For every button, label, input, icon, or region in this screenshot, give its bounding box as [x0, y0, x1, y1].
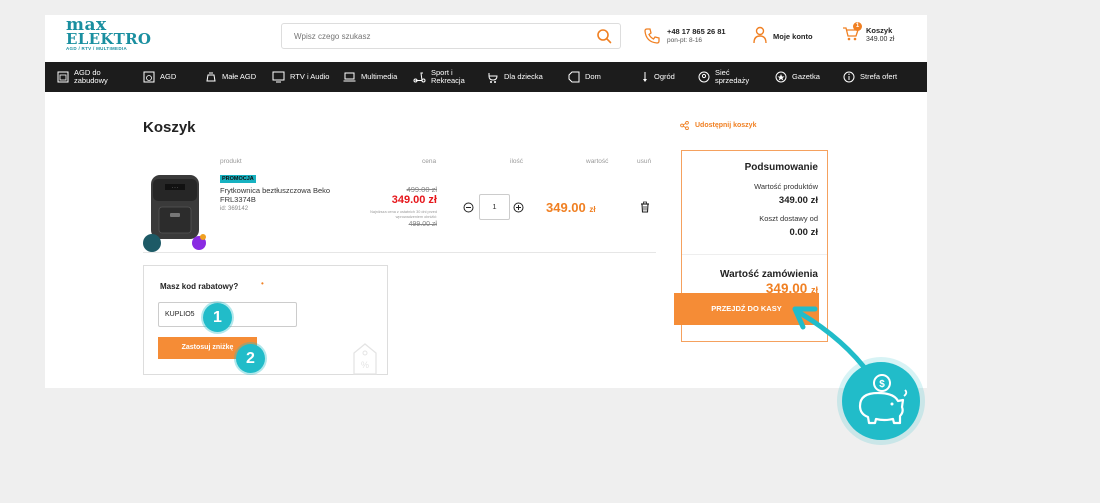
svg-text:$: $: [879, 379, 885, 390]
discount-dot: •: [261, 279, 264, 288]
nav-label: AGD: [160, 72, 177, 81]
promo-badge: PROMOCJA: [220, 175, 256, 183]
summary-title: Podsumowanie: [744, 162, 818, 173]
page-title: Koszyk: [143, 119, 196, 136]
svg-text:· · ·: · · ·: [172, 185, 179, 190]
phone-icon: [644, 28, 660, 44]
svg-text:%: %: [361, 360, 369, 370]
products-value: 349.00 zł: [778, 195, 818, 206]
col-header-value: wartość: [586, 158, 609, 165]
old-price: 499.00 zł: [406, 185, 437, 194]
products-value-label: Wartość produktów: [754, 182, 818, 191]
cart-count-badge: 1: [853, 22, 862, 31]
row-divider: [143, 252, 656, 253]
nav-label: Małe AGD: [222, 72, 257, 81]
garden-tool-icon: [643, 72, 647, 82]
discount-title: Masz kod rabatowy?: [160, 282, 239, 291]
header-cart-amount: 349.00 zł: [866, 36, 895, 43]
item-value-amount: 349.00: [546, 200, 586, 215]
discount-tag-icon: %: [353, 343, 377, 375]
shipping-value: 0.00 zł: [789, 227, 818, 238]
scooter-icon: [413, 72, 426, 83]
user-icon: [753, 26, 767, 44]
nav-item-sport[interactable]: Sport i Rekreacja: [413, 62, 473, 92]
col-header-qty: ilość: [510, 158, 524, 165]
product-image[interactable]: · · ·: [143, 173, 207, 253]
nav-label: Multimedia: [361, 72, 398, 81]
share-icon: [680, 121, 689, 130]
nav-item-dla-dziecka[interactable]: Dla dziecka: [487, 62, 543, 92]
phone-hours: pon-pt: 8-16: [667, 37, 703, 44]
nav-item-rtv-audio[interactable]: RTV i Audio: [272, 62, 329, 92]
page: max ELEKTRO AGD / RTV / MULTIMEDIA +48 1…: [45, 15, 927, 388]
account-label: Moje konto: [773, 32, 813, 41]
nav-label: Sport i Rekreacja: [431, 68, 465, 85]
product-name[interactable]: Frytkownica beztłuszczowa Beko FRL3374B: [220, 186, 345, 204]
shipping-label: Koszt dostawy od: [759, 214, 818, 223]
piggy-bank-graphic: $: [858, 374, 908, 425]
minus-icon[interactable]: [463, 202, 474, 213]
item-value: 349.00 zł: [546, 200, 596, 215]
nav-item-male-agd[interactable]: Małe AGD: [205, 62, 256, 92]
share-cart-link[interactable]: Udostępnij koszyk: [680, 121, 756, 130]
quantity-input[interactable]: 1: [479, 194, 510, 220]
tag-icon: [568, 71, 580, 83]
nav-label: Sieć sprzedaży: [715, 68, 750, 85]
col-header-product: produkt: [220, 158, 242, 165]
nav-label: Dla dziecka: [504, 72, 543, 81]
nav-item-agd-do-zabudowy[interactable]: AGD do zabudowy: [57, 62, 127, 92]
promo-price: 349.00 zł: [391, 194, 437, 206]
nav-item-ogrod[interactable]: Ogród: [641, 62, 675, 92]
logo[interactable]: max ELEKTRO AGD / RTV / MULTIMEDIA: [66, 17, 152, 56]
stroller-icon: [488, 73, 498, 83]
order-total-label: Wartość zamówienia: [720, 269, 818, 280]
product-id: id: 369142: [220, 206, 249, 212]
main-nav: AGD do zabudowy AGD Małe AGD RTV i Audio…: [45, 62, 927, 92]
tv-icon: [272, 71, 285, 83]
trash-icon[interactable]: [639, 201, 651, 213]
nav-item-agd[interactable]: AGD: [143, 62, 176, 92]
step-1-marker: 1: [203, 303, 232, 332]
nav-label: AGD do zabudowy: [74, 68, 108, 85]
piggy-bank-icon: $: [842, 362, 920, 440]
lowest-price: 499.00 zł: [408, 221, 437, 228]
nav-label: Dom: [585, 72, 601, 81]
nav-item-multimedia[interactable]: Multimedia: [343, 62, 397, 92]
nav-label: RTV i Audio: [290, 72, 330, 81]
nav-item-strefa-ofert[interactable]: Strefa ofert: [843, 62, 897, 92]
nav-label: Ogród: [654, 72, 675, 81]
col-header-price: cena: [422, 158, 437, 165]
plus-icon[interactable]: [513, 202, 524, 213]
header: max ELEKTRO AGD / RTV / MULTIMEDIA +48 1…: [45, 15, 927, 62]
logo-line2: ELEKTRO: [66, 30, 152, 48]
phone-number: +48 17 865 26 81: [667, 27, 726, 36]
step-2-marker: 2: [236, 344, 265, 373]
nav-label: Gazetka: [792, 72, 820, 81]
search-icon[interactable]: [596, 28, 612, 44]
search-bar: [281, 23, 621, 49]
lowest-price-note: Najniższa cena z ostatnich 30 dni przed …: [370, 210, 437, 219]
info-icon: [843, 71, 855, 83]
kettle-icon: [206, 72, 216, 82]
col-header-remove: usuń: [637, 158, 652, 165]
nav-item-siec-sprzedazy[interactable]: Sieć sprzedaży: [698, 62, 758, 92]
checkout-button[interactable]: PRZEJDŹ DO KASY: [674, 293, 819, 325]
search-input[interactable]: [282, 24, 582, 48]
nav-item-dom[interactable]: Dom: [568, 62, 601, 92]
discount-box: Masz kod rabatowy? • KUPLIO5 Zastosuj zn…: [143, 265, 388, 375]
laptop-icon: [343, 72, 356, 82]
share-label: Udostępnij koszyk: [695, 122, 757, 129]
nav-label: Strefa ofert: [860, 72, 898, 81]
star-icon: [775, 71, 787, 83]
header-cart-label: Koszyk: [866, 26, 893, 35]
location-icon: [698, 71, 710, 83]
washing-machine-icon: [143, 71, 155, 83]
nav-item-gazetka[interactable]: Gazetka: [775, 62, 820, 92]
item-value-currency: zł: [589, 205, 596, 214]
built-in-appliance-icon: [57, 71, 69, 83]
summary-divider: [682, 254, 827, 255]
